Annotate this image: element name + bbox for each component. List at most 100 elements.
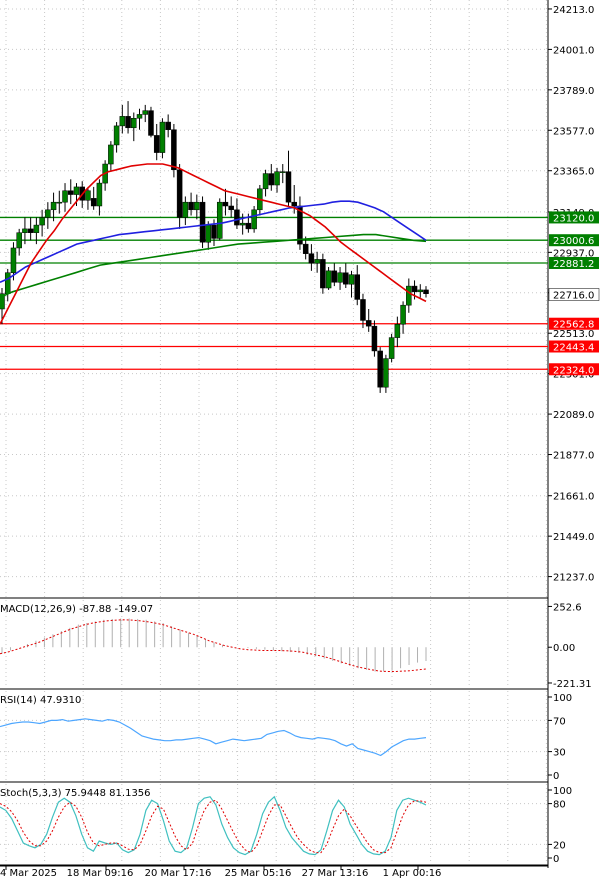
x-tick-label: 25 Mar 05:16	[225, 868, 292, 879]
candle-body	[411, 285, 418, 293]
candle-body	[131, 118, 137, 129]
candle-body	[274, 171, 280, 186]
y-tick-label: 24001.0	[553, 45, 594, 56]
main-panel	[0, 0, 548, 597]
y-tick-label: 23577.0	[553, 126, 594, 137]
x-tick-label: 27 Mar 13:16	[302, 868, 369, 879]
candle-body	[377, 350, 383, 388]
candle-body	[314, 259, 320, 264]
candle-body	[22, 228, 28, 233]
candle-body	[394, 323, 401, 338]
x-tick-label: 18 Mar 09:16	[67, 868, 134, 879]
candle-body	[343, 272, 349, 285]
level-price-tag-label: 22562.8	[553, 320, 594, 331]
candle-body	[125, 116, 131, 129]
chart-canvas: 24213.024001.023789.023577.023365.023149…	[0, 0, 600, 879]
candle-body	[142, 110, 148, 115]
stoch-tick-label: 0	[553, 854, 559, 865]
candle-body	[199, 201, 206, 243]
stoch-tick-label: 80	[553, 800, 566, 811]
candle-body	[365, 320, 372, 327]
y-tick-label: 22089.0	[553, 410, 594, 421]
y-tick-label: 23365.0	[553, 167, 594, 178]
macd-tick-label: 252.6	[553, 602, 582, 613]
y-tick-label: 21449.0	[553, 532, 594, 543]
candle-body	[383, 358, 389, 388]
candle-body	[85, 190, 91, 201]
candle-body	[50, 201, 57, 211]
candle-body	[337, 272, 343, 283]
candle-body	[406, 285, 412, 306]
level-price-tag-label: 22881.2	[553, 259, 594, 270]
y-tick-label: 21877.0	[553, 451, 594, 462]
candle-body	[388, 337, 395, 359]
candle	[216, 198, 223, 241]
x-tick-label: 1 Apr 00:16	[383, 868, 442, 879]
candle-body	[245, 222, 252, 230]
candle	[199, 196, 206, 248]
stoch-title: Stoch(5,3,3) 75.9448 81.1356	[0, 788, 151, 799]
rsi-tick-label: 30	[553, 748, 566, 759]
rsi-tick-label: 100	[553, 693, 572, 704]
candle-body	[96, 182, 103, 207]
candle-body	[400, 304, 406, 325]
candle-body	[239, 222, 246, 226]
candle-body	[331, 270, 338, 283]
candle-body	[194, 201, 200, 211]
candle-body	[33, 224, 40, 233]
candle-body	[211, 224, 217, 239]
candle	[148, 106, 154, 138]
candle-body	[159, 121, 166, 153]
candle-body	[136, 114, 143, 119]
trading-chart[interactable]: 24213.024001.023789.023577.023365.023149…	[0, 0, 600, 881]
rsi-panel	[0, 691, 548, 781]
level-price-tag-label: 23120.0	[553, 213, 594, 224]
candle-body	[73, 186, 80, 195]
candle-body	[113, 125, 120, 146]
candle-body	[4, 272, 11, 294]
candle-body	[251, 209, 257, 230]
candle-body	[216, 201, 223, 239]
candle-body	[354, 274, 360, 300]
candle	[320, 253, 326, 294]
candle-body	[348, 274, 355, 285]
candle-body	[68, 190, 74, 195]
candle-body	[222, 201, 229, 207]
level-price-tag-label: 23000.6	[553, 236, 594, 247]
candle-body	[285, 171, 292, 203]
candle-body	[360, 299, 366, 321]
candle-body	[171, 129, 177, 171]
candle-body	[417, 289, 424, 293]
stoch-tick-label: 100	[553, 786, 572, 797]
y-tick-label: 21661.0	[553, 492, 594, 503]
candle-body	[16, 232, 22, 249]
rsi-tick-label: 0	[553, 771, 559, 782]
candle-body	[148, 110, 154, 136]
candle	[251, 205, 257, 233]
candle	[171, 123, 177, 178]
candle-body	[320, 259, 326, 289]
candle-body	[10, 247, 17, 274]
candle-body	[165, 121, 171, 130]
rsi-tick-label: 70	[553, 716, 566, 727]
candle-body	[119, 116, 126, 127]
candle-body	[234, 209, 240, 226]
candle-body	[108, 144, 114, 165]
rsi-title: RSI(14) 47.9310	[0, 695, 81, 706]
x-tick-label: 4 Mar 2025	[0, 868, 57, 879]
macd-tick-label: 0.00	[553, 643, 575, 654]
candle-body	[39, 217, 45, 226]
candle-body	[188, 201, 194, 211]
y-tick-label: 24213.0	[553, 5, 594, 16]
candle-body	[62, 190, 68, 203]
y-tick-label: 23789.0	[553, 86, 594, 97]
candle-body	[291, 201, 297, 207]
candle-body	[182, 201, 189, 218]
candle	[388, 333, 395, 363]
y-tick-label: 21237.0	[553, 573, 594, 584]
candle-body	[325, 270, 332, 289]
candle-body	[228, 205, 234, 211]
x-tick-label: 20 Mar 17:16	[145, 868, 212, 879]
level-price-tag-label: 22443.4	[553, 342, 594, 353]
candle-body	[423, 289, 429, 294]
